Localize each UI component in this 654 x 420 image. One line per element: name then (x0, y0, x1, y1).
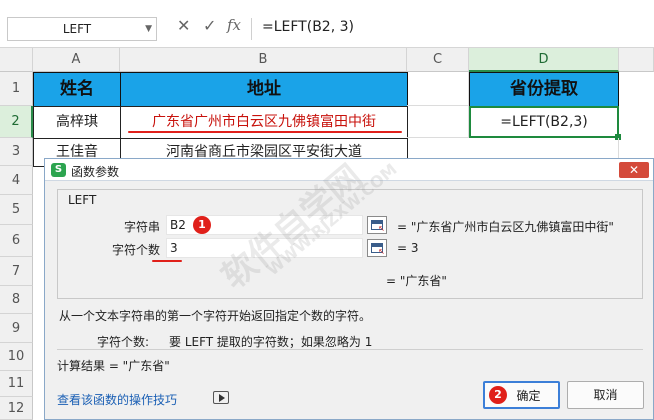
cell-d1[interactable]: 省份提取 (469, 72, 619, 107)
close-icon[interactable]: ✕ (619, 162, 649, 178)
fx-icon[interactable]: fx (227, 16, 241, 34)
row-header-4[interactable]: 4 (0, 166, 33, 195)
column-header-c[interactable]: C (407, 48, 469, 72)
select-all-corner[interactable] (0, 48, 33, 72)
range-select-icon[interactable]: ↖ (367, 216, 387, 234)
row-header-10[interactable]: 10 (0, 343, 33, 371)
arg-help-text: 要 LEFT 提取的字符数；如果忽略为 1 (169, 335, 373, 349)
row-header-8[interactable]: 8 (0, 286, 33, 314)
formula-input[interactable]: =LEFT(B2, 3) (262, 19, 354, 35)
column-header-e[interactable] (619, 48, 654, 72)
ok-button[interactable]: 2 确定 (483, 381, 560, 409)
overall-result: = "广东省" (386, 274, 447, 288)
spreadsheet-window: LEFT ▼ ✕ ✓ fx =LEFT(B2, 3) A B C D 1 2 3… (0, 0, 654, 420)
arg-label-text: 字符串 (123, 220, 160, 234)
cell-a2[interactable]: 高梓琪 (33, 106, 121, 139)
arg-label-num-chars: 字符个数 (111, 243, 160, 257)
column-header-a[interactable]: A (33, 48, 120, 72)
column-header-b[interactable]: B (120, 48, 407, 72)
row-header-6[interactable]: 6 (0, 225, 33, 257)
video-icon[interactable] (213, 391, 229, 404)
cancel-icon[interactable]: ✕ (177, 16, 190, 35)
name-box-value: LEFT (62, 22, 92, 36)
cell-a1[interactable]: 姓名 (33, 72, 121, 107)
annotation-badge-1: 1 (193, 216, 211, 234)
row-header-2[interactable]: 2 (0, 106, 33, 138)
row-header-11[interactable]: 11 (0, 371, 33, 397)
range-select-icon[interactable]: ↖ (367, 239, 387, 257)
arg-result-text: = "广东省广州市白云区九佛镇富田中街" (397, 220, 614, 234)
row-header-9[interactable]: 9 (0, 314, 33, 343)
formula-bar: LEFT ▼ ✕ ✓ fx =LEFT(B2, 3) (0, 0, 654, 48)
app-logo-icon: S (51, 163, 66, 177)
cell-d2-active[interactable]: =LEFT(B2,3) (469, 106, 619, 138)
arg-help-label: 字符个数: (97, 335, 150, 349)
dialog-title: 函数参数 (71, 165, 120, 179)
name-box[interactable]: LEFT ▼ (7, 17, 157, 41)
function-tips-link[interactable]: 查看该函数的操作技巧 (57, 391, 177, 408)
function-description: 从一个文本字符串的第一个字符开始返回指定个数的字符。 (59, 309, 372, 323)
formula-bar-divider (251, 18, 252, 40)
ok-button-label: 确定 (516, 389, 541, 403)
check-icon[interactable]: ✓ (203, 16, 216, 35)
row-header-7[interactable]: 7 (0, 257, 33, 286)
annotation-underline-b2 (128, 131, 402, 133)
cell-b1[interactable]: 地址 (120, 72, 408, 107)
chevron-down-icon[interactable]: ▼ (145, 24, 152, 34)
divider (57, 349, 643, 350)
cell-c2[interactable] (407, 106, 469, 138)
calc-result: 计算结果 = "广东省" (57, 359, 170, 373)
row-header-1[interactable]: 1 (0, 72, 33, 106)
arg-result-num-chars: = 3 (397, 241, 419, 255)
row-header-12[interactable]: 12 (0, 397, 33, 420)
cell-c1[interactable] (407, 72, 469, 106)
column-header-d[interactable]: D (469, 48, 619, 72)
cell-b2[interactable]: 广东省广州市白云区九佛镇富田中街 (120, 106, 408, 139)
function-name: LEFT (68, 193, 97, 207)
row-header-5[interactable]: 5 (0, 195, 33, 225)
annotation-badge-2: 2 (489, 386, 507, 404)
cancel-button[interactable]: 取消 (567, 381, 644, 409)
annotation-underline-num-chars (152, 260, 182, 262)
row-header-3[interactable]: 3 (0, 138, 33, 166)
